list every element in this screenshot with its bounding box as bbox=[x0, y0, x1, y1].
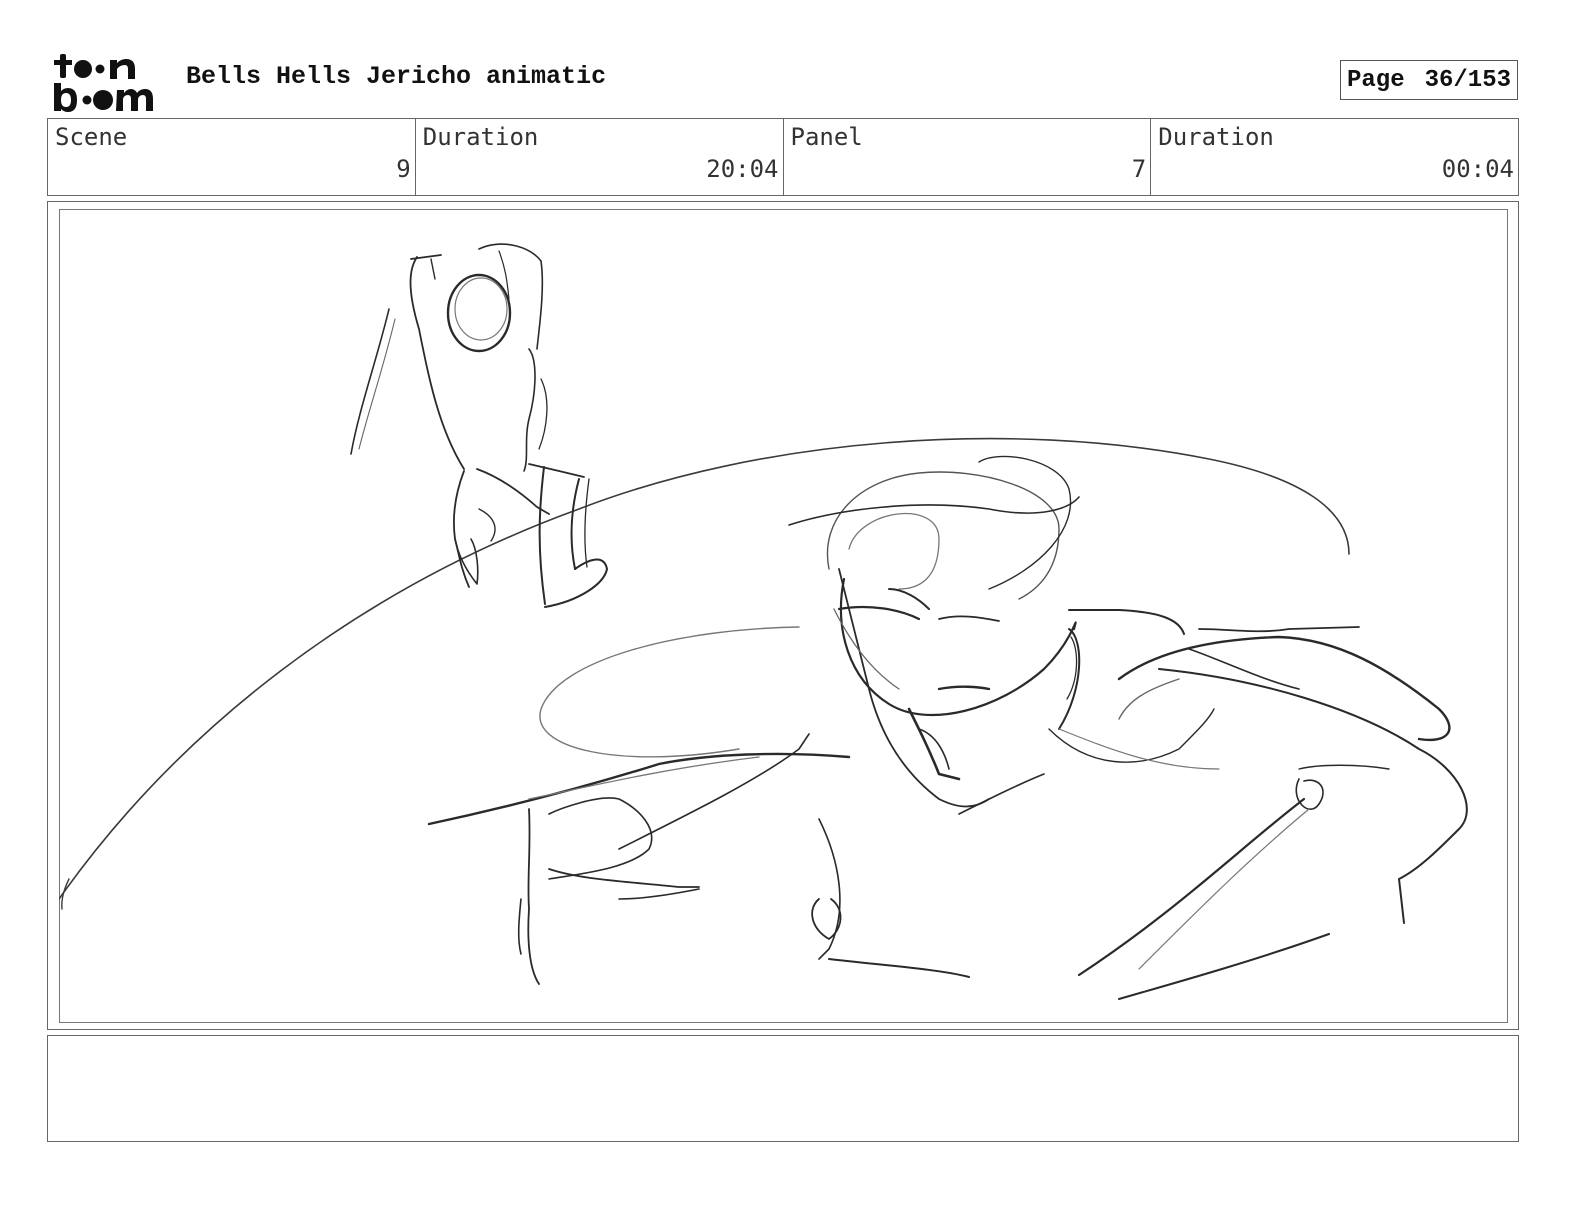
scene-duration-value: 20:04 bbox=[706, 155, 779, 183]
panel-value: 7 bbox=[1131, 155, 1147, 183]
toon-boom-logo bbox=[54, 54, 153, 112]
panel-label: Panel bbox=[790, 123, 863, 151]
horizon-arc bbox=[59, 437, 1350, 900]
panel-duration-label: Duration bbox=[1158, 123, 1274, 151]
scene-value: 9 bbox=[396, 155, 411, 183]
scene-duration-cell: Duration 20:04 bbox=[416, 119, 784, 195]
panel-notes-box bbox=[47, 1035, 1519, 1142]
scene-label: Scene bbox=[55, 123, 128, 151]
back-figure bbox=[350, 243, 608, 608]
panel-duration-cell: Duration 00:04 bbox=[1151, 119, 1518, 195]
panel-duration-value: 00:04 bbox=[1441, 155, 1514, 183]
scene-duration-label: Duration bbox=[422, 123, 539, 151]
info-row: Scene 9 Duration 20:04 Panel 7 Duration … bbox=[47, 118, 1519, 196]
page-label: Page bbox=[1347, 66, 1405, 94]
scene-cell: Scene 9 bbox=[48, 119, 416, 195]
page-number: 36/153 bbox=[1424, 66, 1511, 94]
page-indicator: Page 36/153 bbox=[1340, 60, 1518, 100]
panel-cell: Panel 7 bbox=[784, 119, 1152, 195]
document-title: Bells Hells Jericho animatic bbox=[186, 62, 607, 91]
storyboard-sketch bbox=[59, 243, 1468, 1000]
